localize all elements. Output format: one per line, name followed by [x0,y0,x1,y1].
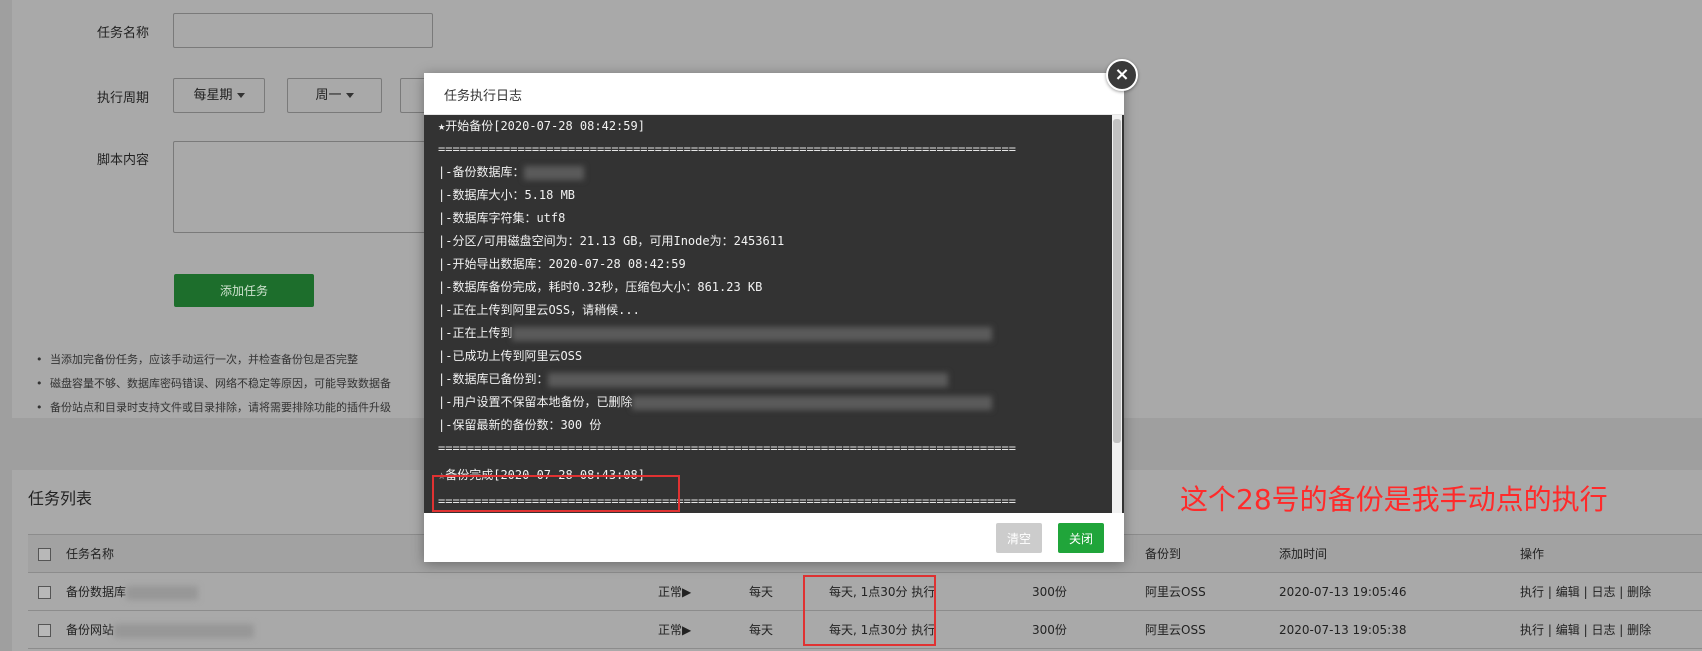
keep-cell: 300份 [1032,610,1145,649]
dest-cell: 阿里云OSS [1145,572,1279,611]
keep-cell: 300份 [1032,572,1145,611]
log-line: |-数据库字符集：utf8 [438,211,566,225]
log-line: |-正在上传到 [438,322,1088,345]
log-separator: ========================================… [438,142,1016,156]
task-name-input[interactable] [173,13,433,48]
highlight-box [432,475,680,512]
log-line: |-保留最新的备份数：300 份 [438,418,602,432]
scroll-thumb[interactable] [1113,119,1121,443]
close-button[interactable]: 关闭 [1058,523,1104,553]
log-line: |-正在上传到阿里云OSS，请稍候... [438,303,640,317]
log-line: |-数据库备份完成，耗时0.32秒，压缩包大小：861.23 KB [438,280,763,294]
redacted-text [114,623,255,638]
log-line: |-已成功上传到阿里云OSS [438,349,583,363]
script-label: 脚本内容 [97,153,150,168]
action-separator: | [1583,585,1588,599]
log-output: ★开始备份[2020-07-28 08:42:59] =============… [424,115,1124,513]
redacted-text [512,326,993,341]
run-link[interactable]: 执行 [1520,623,1544,637]
run-link[interactable]: 执行 [1520,585,1544,599]
row-checkbox[interactable] [38,585,51,599]
dest-cell: 阿里云OSS [1145,610,1279,649]
log-line: |-数据库大小：5.18 MB [438,188,576,202]
modal-header: 任务执行日志 [424,73,1124,115]
delete-link[interactable]: 删除 [1627,585,1651,599]
log-link[interactable]: 日志 [1591,623,1615,637]
action-separator: | [1547,623,1552,637]
action-separator: | [1583,623,1588,637]
action-separator: | [1547,585,1552,599]
status-badge[interactable]: 正常▶ [658,572,749,611]
tip-item: 备份站点和目录时支持文件或目录排除，请将需要排除功能的插件升级 [36,396,391,420]
log-separator: ========================================… [438,441,1016,455]
cycle-label: 执行周期 [97,91,150,106]
redacted-text [632,395,993,410]
log-line: |-分区/可用磁盘空间为：21.13 GB，可用Inode为：2453611 [438,234,785,248]
row-checkbox[interactable] [38,623,51,637]
edit-link[interactable]: 编辑 [1556,623,1580,637]
log-scrollbar[interactable] [1112,115,1122,513]
log-line: |-备份数据库： [438,161,1088,184]
tip-item: 磁盘容量不够、数据库密码错误、网络不稳定等原因，可能导致数据备 [36,372,391,396]
task-name: 备份网站 [66,623,115,637]
log-line: |-数据库已备份到： [438,368,1088,391]
tips-list: 当添加完备份任务，应该手动运行一次，并检查备份包是否完整 磁盘容量不够、数据库密… [36,348,391,420]
task-log-modal: 任务执行日志 ★开始备份[2020-07-28 08:42:59] ======… [424,73,1124,562]
log-line: |-用户设置不保留本地备份，已删除 [438,391,1088,414]
chevron-down-icon [236,93,245,98]
close-icon[interactable]: × [1106,59,1138,91]
added-cell: 2020-07-13 19:05:46 [1279,572,1520,611]
annotation-text: 这个28号的备份是我手动点的执行 [1180,483,1608,516]
highlight-box [803,575,936,646]
script-textarea[interactable] [173,141,433,233]
log-link[interactable]: 日志 [1591,585,1615,599]
modal-footer: 清空 关闭 [424,513,1124,562]
action-separator: | [1619,585,1624,599]
edit-link[interactable]: 编辑 [1556,585,1580,599]
redacted-text [126,585,199,600]
task-name-label: 任务名称 [97,26,150,41]
cycle-select[interactable]: 每星期 [173,78,265,113]
modal-title: 任务执行日志 [444,89,523,104]
col-header: 添加时间 [1279,534,1520,573]
redacted-text [524,165,585,180]
log-line: |-开始导出数据库：2020-07-28 08:42:59 [438,257,686,271]
status-badge[interactable]: 正常▶ [658,610,749,649]
col-header: 备份到 [1145,534,1279,573]
added-cell: 2020-07-13 19:05:38 [1279,610,1520,649]
select-all-checkbox[interactable] [38,547,51,561]
task-name: 备份数据库 [66,585,127,599]
clear-button[interactable]: 清空 [996,523,1042,553]
tip-item: 当添加完备份任务，应该手动运行一次，并检查备份包是否完整 [36,348,391,372]
weekday-select[interactable]: 周一 [287,78,382,113]
add-task-button[interactable]: 添加任务 [174,274,314,307]
chevron-down-icon [345,93,354,98]
log-line: ★开始备份[2020-07-28 08:42:59] [438,119,645,133]
task-list-title: 任务列表 [28,489,93,508]
delete-link[interactable]: 删除 [1627,623,1651,637]
action-separator: | [1619,623,1624,637]
redacted-text [548,372,949,387]
col-header: 操作 [1520,534,1702,573]
